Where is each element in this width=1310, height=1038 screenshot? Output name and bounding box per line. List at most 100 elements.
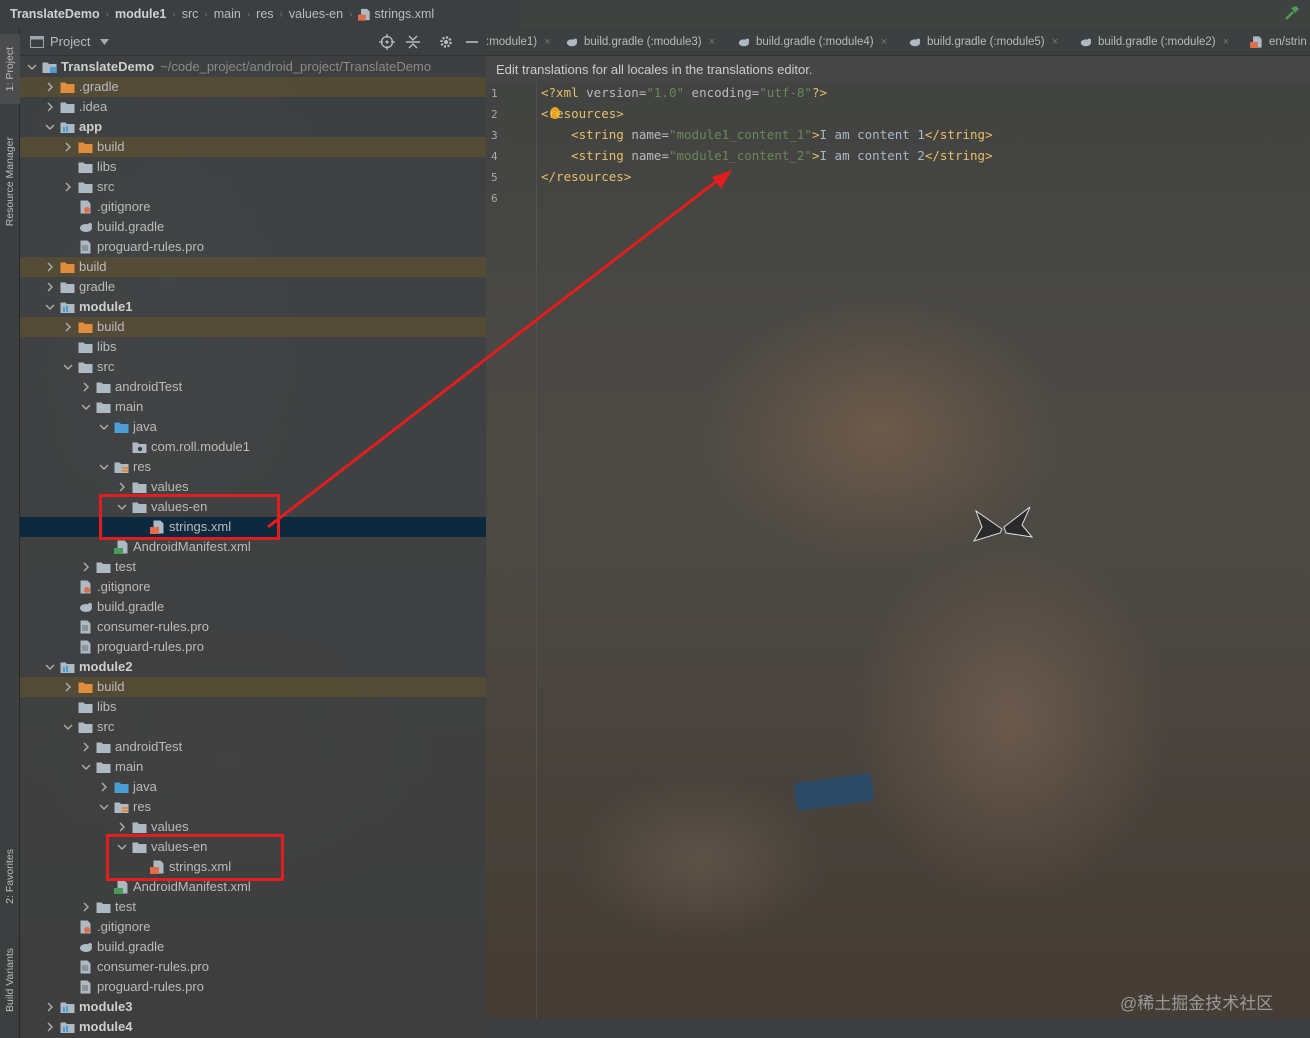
chevron-right-icon[interactable] [45,82,55,92]
tree-node[interactable]: module3 [20,997,486,1017]
translations-editor-notice[interactable]: Edit translations for all locales in the… [486,56,1310,82]
tree-node[interactable]: src [20,177,486,197]
chevron-right-icon[interactable] [81,562,91,572]
project-tool-button[interactable]: 1: Project [0,34,20,104]
tree-node[interactable]: main [20,757,486,777]
tree-node[interactable]: libs [20,337,486,357]
chevron-right-icon[interactable] [63,142,73,152]
chevron-down-icon[interactable] [100,39,109,45]
tree-node[interactable]: test [20,897,486,917]
editor-tab[interactable]: build.gradle (:module3) × [564,28,715,55]
tree-node[interactable]: AndroidManifest.xml [20,537,486,557]
tree-node[interactable]: consumer-rules.pro [20,957,486,977]
collapse-all-icon[interactable] [405,34,421,50]
chevron-down-icon[interactable] [27,62,37,72]
breadcrumb-item[interactable]: module1 [115,7,166,21]
tree-node[interactable]: res [20,797,486,817]
editor-tab[interactable]: en/strin [1249,28,1307,55]
chevron-right-icon[interactable] [45,1002,55,1012]
tree-node[interactable]: TranslateDemo ~/code_project/android_proj… [20,57,486,77]
tree-node[interactable]: res [20,457,486,477]
code-line[interactable]: <string name="module1_content_1">I am co… [541,127,992,142]
tree-node[interactable]: .gitignore [20,577,486,597]
chevron-right-icon[interactable] [117,822,127,832]
gear-icon[interactable] [438,34,454,50]
project-view-selector[interactable]: Project [50,34,90,49]
chevron-right-icon[interactable] [45,1022,55,1032]
tree-node[interactable]: build [20,677,486,697]
breadcrumb-item[interactable]: main [214,7,241,21]
chevron-down-icon[interactable] [99,422,109,432]
breadcrumb-item[interactable]: strings.xml [374,7,434,21]
chevron-down-icon[interactable] [81,402,91,412]
locate-file-icon[interactable] [379,34,395,50]
tree-node[interactable]: java [20,777,486,797]
tree-node[interactable]: proguard-rules.pro [20,237,486,257]
chevron-down-icon[interactable] [99,462,109,472]
chevron-right-icon[interactable] [45,282,55,292]
tree-node[interactable]: src [20,357,486,377]
close-icon[interactable]: × [881,36,887,48]
chevron-down-icon[interactable] [81,762,91,772]
tree-node[interactable]: com.roll.module1 [20,437,486,457]
chevron-right-icon[interactable] [63,682,73,692]
tree-node[interactable]: build.gradle [20,597,486,617]
tree-node[interactable]: java [20,417,486,437]
tree-node[interactable]: build [20,317,486,337]
tree-node[interactable]: build [20,257,486,277]
code-line[interactable]: </resources> [541,169,631,184]
chevron-right-icon[interactable] [81,742,91,752]
tree-node[interactable]: proguard-rules.pro [20,637,486,657]
build-hammer-icon[interactable] [1284,5,1300,21]
chevron-right-icon[interactable] [63,322,73,332]
chevron-right-icon[interactable] [45,102,55,112]
tree-node[interactable]: app [20,117,486,137]
breadcrumb-item[interactable]: values-en [289,7,343,21]
chevron-down-icon[interactable] [63,362,73,372]
chevron-right-icon[interactable] [81,902,91,912]
chevron-down-icon[interactable] [45,122,55,132]
breadcrumb-item[interactable]: TranslateDemo [10,7,100,21]
close-icon[interactable]: × [1052,36,1058,48]
tree-node[interactable]: .gitignore [20,917,486,937]
tree-node[interactable]: module1 [20,297,486,317]
breadcrumb-item[interactable]: src [182,7,199,21]
tree-node[interactable]: consumer-rules.pro [20,617,486,637]
tree-node[interactable]: build [20,137,486,157]
breadcrumb-item[interactable]: res [256,7,273,21]
tree-node[interactable]: proguard-rules.pro [20,977,486,997]
code-line[interactable]: <?xml version="1.0" encoding="utf-8"?> [541,85,827,100]
code-editor[interactable]: 1 2 3 4 5 6 <?xml version="1.0" encoding="utf… [486,82,1310,1018]
tree-node[interactable]: test [20,557,486,577]
chevron-down-icon[interactable] [45,662,55,672]
tree-node[interactable]: androidTest [20,737,486,757]
code-line[interactable]: <string name="module1_content_2">I am co… [541,148,992,163]
hide-panel-icon[interactable] [464,34,480,50]
editor-tab[interactable]: :module1) × [486,28,551,55]
tree-node[interactable]: main [20,397,486,417]
tree-node[interactable]: libs [20,697,486,717]
code-line[interactable]: <resources> [541,106,624,121]
chevron-down-icon[interactable] [99,802,109,812]
tree-node[interactable]: src [20,717,486,737]
tree-node[interactable]: module2 [20,657,486,677]
chevron-right-icon[interactable] [81,382,91,392]
editor-tab[interactable]: build.gradle (:module5) × [907,28,1058,55]
chevron-right-icon[interactable] [117,482,127,492]
tree-node[interactable]: build.gradle [20,217,486,237]
close-icon[interactable]: × [709,36,715,48]
editor-tab[interactable]: build.gradle (:module4) × [736,28,887,55]
close-icon[interactable]: × [1223,36,1229,48]
tree-node[interactable]: .gitignore [20,197,486,217]
tree-node[interactable]: gradle [20,277,486,297]
chevron-right-icon[interactable] [99,782,109,792]
tree-node[interactable]: libs [20,157,486,177]
close-icon[interactable]: × [544,36,550,48]
chevron-right-icon[interactable] [63,182,73,192]
tree-node[interactable]: androidTest [20,377,486,397]
tree-node[interactable]: build.gradle [20,937,486,957]
tree-node[interactable]: .gradle [20,77,486,97]
editor-tab[interactable]: build.gradle (:module2) × [1078,28,1229,55]
resource-manager-tool-button[interactable]: Resource Manager [0,122,20,242]
chevron-down-icon[interactable] [63,722,73,732]
